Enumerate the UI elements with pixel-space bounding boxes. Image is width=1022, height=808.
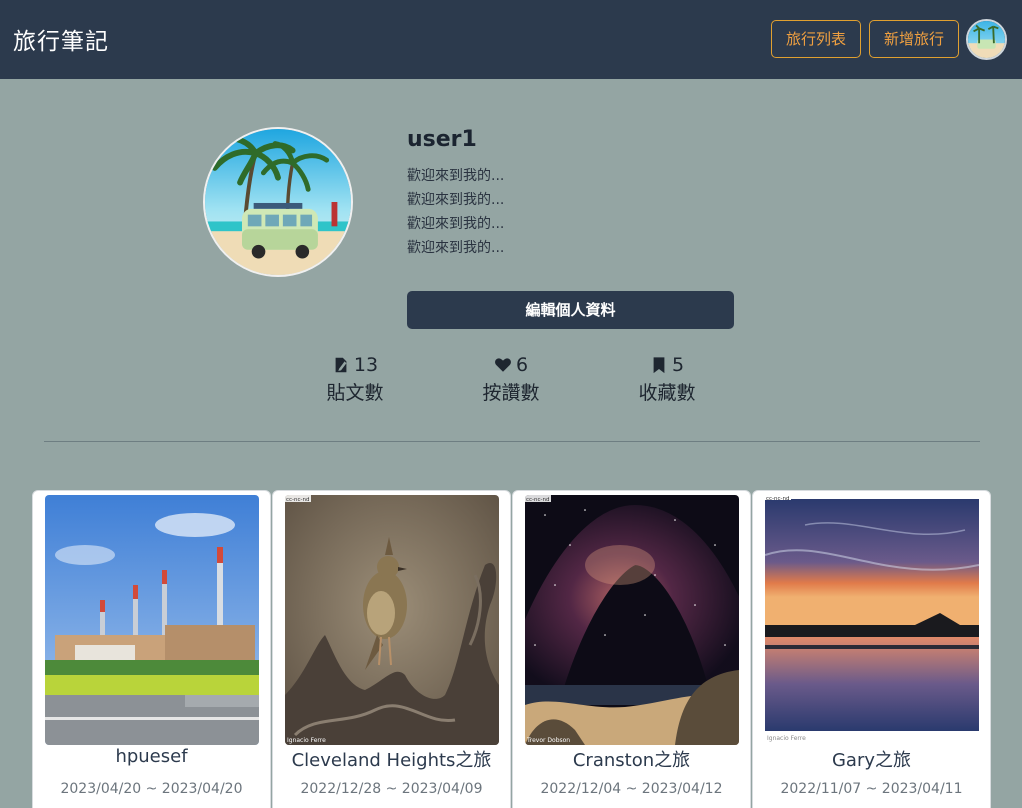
bookmarks-count: 5 xyxy=(671,354,685,376)
bookmark-icon xyxy=(653,357,665,374)
photo-license: cc-nc-nd xyxy=(286,497,310,503)
trip-card-title[interactable]: Cleveland Heights之旅 xyxy=(273,746,510,772)
bio-line: 歡迎來到我的... xyxy=(407,240,505,256)
bio-line: 歡迎來到我的... xyxy=(407,192,505,208)
heart-icon xyxy=(495,358,511,372)
photo-license: cc-nc-nd xyxy=(526,497,550,503)
trip-card-dates: 2022/12/28 ~ 2023/04/09 xyxy=(300,781,483,797)
avatar-image xyxy=(968,21,1005,58)
trip-card-photo[interactable]: cc-nc-nd Ignacio Ferre xyxy=(285,495,499,745)
trip-card-photo[interactable]: cc-nc-nd Ignacio Ferre xyxy=(765,495,979,745)
stat-bookmarks: 5 收藏數 xyxy=(607,353,727,405)
trip-card-dates: 2022/11/07 ~ 2023/04/11 xyxy=(780,781,963,797)
trip-card-title[interactable]: Cranston之旅 xyxy=(513,746,750,772)
likes-count: 6 xyxy=(515,354,529,376)
trip-card-dates: 2022/12/04 ~ 2023/04/12 xyxy=(540,781,723,797)
trip-photo-power-plant xyxy=(45,495,259,745)
bookmarks-label: 收藏數 xyxy=(638,382,696,404)
trip-card-title[interactable]: hpuesef xyxy=(33,746,270,767)
trip-card[interactable]: cc-nc-nd Ignacio Ferre Cleveland Heights… xyxy=(272,490,511,808)
navbar: 旅行筆記 旅行列表 新增旅行 xyxy=(0,0,1022,79)
trip-card[interactable]: hpuesef 2023/04/20 ~ 2023/04/20 xyxy=(32,490,271,808)
posts-count: 13 xyxy=(353,354,379,376)
profile-avatar xyxy=(203,127,353,277)
stat-posts: 13 貼文數 xyxy=(295,353,415,405)
section-divider xyxy=(44,441,980,442)
trip-card-photo[interactable] xyxy=(45,495,259,745)
trip-card[interactable]: cc-nc-nd Ignacio Ferre Gary之旅 2022/11/07… xyxy=(752,490,991,808)
trip-list-button[interactable]: 旅行列表 xyxy=(771,20,861,58)
trip-card-dates: 2023/04/20 ~ 2023/04/20 xyxy=(60,781,243,797)
brand-title[interactable]: 旅行筆記 xyxy=(13,22,109,56)
trip-card[interactable]: cc-nc-nd Trevor Dobson Cranston之旅 2022/1… xyxy=(512,490,751,808)
trip-photo-sunset-lake: cc-nc-nd Ignacio Ferre xyxy=(765,495,979,745)
photo-license: cc-nc-nd xyxy=(766,496,790,502)
photo-credit: Ignacio Ferre xyxy=(767,735,806,742)
trip-card-photo[interactable]: cc-nc-nd Trevor Dobson xyxy=(525,495,739,745)
bio-line: 歡迎來到我的... xyxy=(407,168,505,184)
trip-photo-bird: cc-nc-nd Ignacio Ferre xyxy=(285,495,499,745)
post-icon xyxy=(335,357,347,373)
stat-likes: 6 按讚數 xyxy=(451,353,571,405)
profile-bio: 歡迎來到我的... 歡迎來到我的... 歡迎來到我的... 歡迎來到我的... xyxy=(407,164,504,260)
profile-avatar-image xyxy=(205,129,351,275)
edit-profile-button[interactable]: 編輯個人資料 xyxy=(407,291,734,329)
photo-credit: Trevor Dobson xyxy=(526,737,570,744)
photo-credit: Ignacio Ferre xyxy=(287,737,326,744)
trip-card-title[interactable]: Gary之旅 xyxy=(753,746,990,772)
bio-line: 歡迎來到我的... xyxy=(407,216,505,232)
profile-username: user1 xyxy=(407,127,477,152)
add-trip-button[interactable]: 新增旅行 xyxy=(869,20,959,58)
trip-photo-milky-way: cc-nc-nd Trevor Dobson xyxy=(525,495,739,745)
likes-label: 按讚數 xyxy=(482,382,540,404)
posts-label: 貼文數 xyxy=(326,382,384,404)
user-avatar[interactable] xyxy=(966,19,1007,60)
